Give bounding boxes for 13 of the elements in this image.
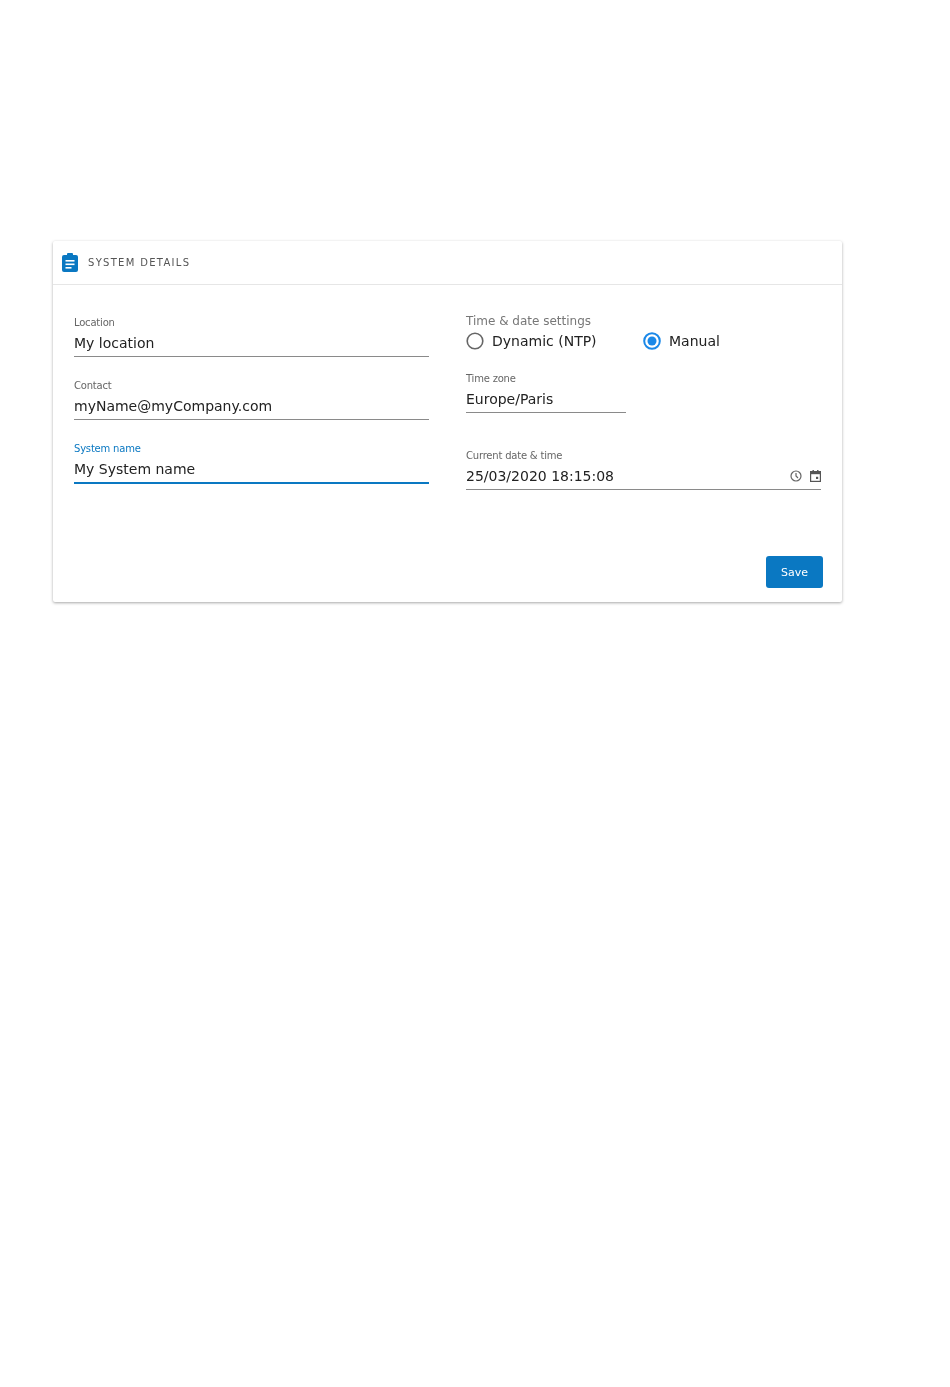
- date-time-field[interactable]: Current date & time 25/03/2020 18:15:08: [466, 449, 821, 490]
- radio-option[interactable]: Dynamic (NTP): [466, 332, 643, 350]
- time-zone-field[interactable]: Time zone Europe/Paris: [466, 372, 626, 413]
- contact-field[interactable]: Contact myName@myCompany.com: [74, 379, 429, 420]
- calendar-icon[interactable]: [810, 470, 821, 482]
- clock-icon[interactable]: [790, 470, 802, 482]
- location-field[interactable]: Location My location: [74, 316, 429, 357]
- system-name-field[interactable]: System name My System name: [74, 442, 429, 483]
- clipboard-icon: [62, 253, 78, 272]
- card-title: SYSTEM DETAILS: [88, 257, 191, 268]
- save-button[interactable]: Save: [766, 556, 823, 588]
- section-label: Time & date settings: [466, 314, 592, 328]
- radio-option[interactable]: Manual: [643, 332, 820, 350]
